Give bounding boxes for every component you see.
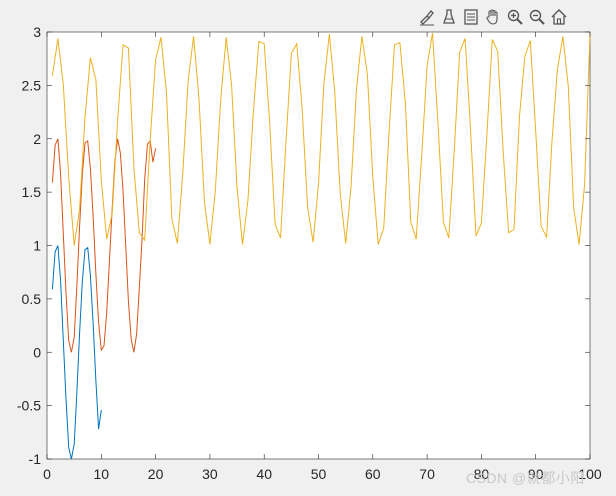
y-tick-label: 0.5 [22, 291, 42, 307]
x-tick-label: 0 [43, 466, 51, 482]
x-tick-label: 20 [148, 466, 164, 482]
x-tick-label: 70 [419, 466, 435, 482]
x-tick-label: 10 [94, 466, 110, 482]
y-tick-label: 2 [33, 131, 41, 147]
x-tick-label: 30 [202, 466, 218, 482]
plot-area [46, 31, 591, 460]
y-tick-label: 1.5 [22, 184, 42, 200]
y-tick-label: 0 [33, 344, 41, 360]
y-tick-label: -0.5 [17, 398, 41, 414]
y-tick-label: 2.5 [22, 77, 42, 93]
x-tick-label: 60 [365, 466, 381, 482]
y-tick-label: -1 [29, 451, 42, 467]
x-tick-label: 40 [256, 466, 272, 482]
x-tick-label: 50 [311, 466, 327, 482]
watermark-text: CSDN @就都小阳 [466, 470, 585, 486]
y-tick-label: 3 [33, 24, 41, 40]
y-tick-label: 1 [33, 238, 41, 254]
line-chart: 0 10 20 30 40 50 60 70 80 90 100 -1-0.500.511.522.… [17, 24, 602, 482]
